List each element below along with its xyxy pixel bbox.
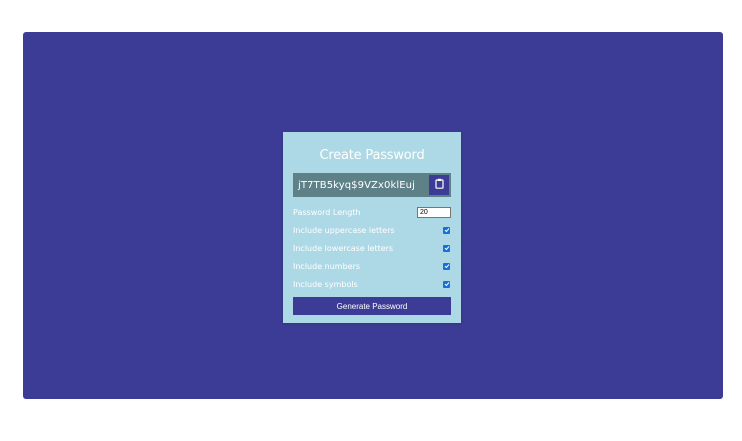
length-label: Password Length: [293, 207, 361, 217]
symbols-checkbox[interactable]: [443, 280, 450, 288]
uppercase-checkbox[interactable]: [443, 226, 450, 234]
symbols-label: Include symbols: [293, 279, 358, 289]
copy-to-clipboard-button[interactable]: [429, 175, 449, 195]
settings: Password Length Include uppercase letter…: [293, 203, 451, 293]
setting-symbols: Include symbols: [293, 275, 451, 293]
setting-numbers: Include numbers: [293, 257, 451, 275]
length-input[interactable]: [417, 206, 451, 218]
generate-password-button[interactable]: Generate Password: [293, 297, 451, 315]
clipboard-icon: [434, 176, 444, 194]
password-text: jT7TB5kyq$9VZx0klEuj: [298, 179, 415, 191]
page-title: Create Password: [319, 148, 425, 163]
setting-lowercase: Include lowercase letters: [293, 239, 451, 257]
setting-length: Password Length: [293, 203, 451, 221]
lowercase-label: Include lowercase letters: [293, 243, 394, 253]
page-background: Create Password jT7TB5kyq$9VZx0klEuj Pas…: [23, 32, 723, 399]
lowercase-checkbox[interactable]: [443, 244, 450, 252]
password-generator-card: Create Password jT7TB5kyq$9VZx0klEuj Pas…: [283, 132, 461, 323]
numbers-label: Include numbers: [293, 261, 361, 271]
uppercase-label: Include uppercase letters: [293, 225, 395, 235]
numbers-checkbox[interactable]: [443, 262, 450, 270]
password-result: jT7TB5kyq$9VZx0klEuj: [293, 173, 451, 197]
setting-uppercase: Include uppercase letters: [293, 221, 451, 239]
